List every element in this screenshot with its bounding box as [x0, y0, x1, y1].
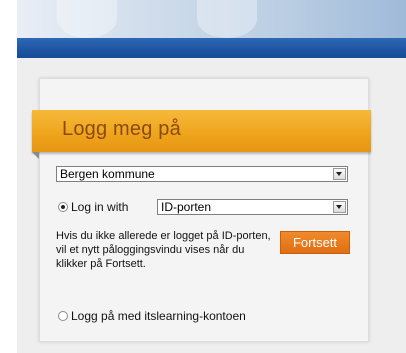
organization-select[interactable]: Bergen kommune — [56, 166, 348, 182]
login-with-radio[interactable] — [58, 202, 68, 212]
itslearning-login-label: Logg på med itslearning-kontoen — [71, 309, 246, 323]
login-with-label: Log in with — [71, 200, 129, 214]
header-fold-shadow — [32, 152, 39, 159]
login-method-select-value: ID-porten — [161, 200, 212, 214]
chevron-down-icon[interactable] — [333, 201, 346, 213]
banner-decoration — [57, 0, 117, 38]
login-info-text: Hvis du ikke allerede er logget på ID-po… — [56, 230, 271, 270]
login-method-select[interactable]: ID-porten — [157, 199, 348, 215]
header-blue-bar — [17, 38, 406, 58]
banner-decoration — [197, 0, 257, 38]
continue-button[interactable]: Fortsett — [280, 231, 350, 254]
top-banner — [17, 0, 406, 38]
chevron-down-icon[interactable] — [333, 168, 346, 180]
page-title: Logg meg på — [62, 118, 181, 140]
itslearning-login-radio[interactable] — [58, 311, 68, 321]
left-margin — [0, 0, 17, 353]
organization-select-value: Bergen kommune — [60, 167, 155, 181]
